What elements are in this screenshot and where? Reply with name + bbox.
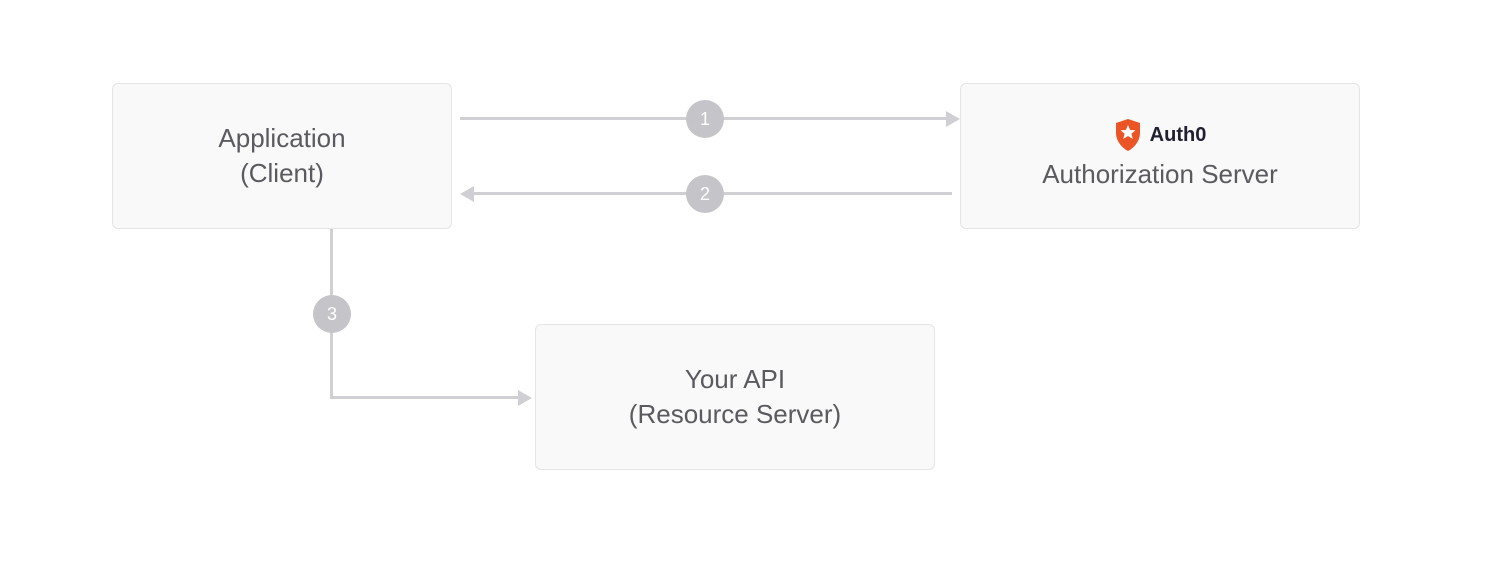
step-1-label: 1: [700, 109, 710, 130]
client-box: Application (Client): [112, 83, 452, 229]
arrow-3-head: [518, 390, 532, 406]
auth0-shield-icon: [1114, 119, 1142, 151]
authorization-server-box: Auth0 Authorization Server: [960, 83, 1360, 229]
api-title: Your API: [685, 362, 785, 397]
api-box: Your API (Resource Server): [535, 324, 935, 470]
client-subtitle: (Client): [240, 156, 324, 191]
step-badge-2: 2: [686, 175, 724, 213]
client-title: Application: [218, 121, 345, 156]
auth0-logo-row: Auth0: [1114, 119, 1207, 151]
api-subtitle: (Resource Server): [629, 397, 841, 432]
authz-title: Authorization Server: [1042, 157, 1278, 192]
arrow-2-head: [460, 186, 474, 202]
step-badge-3: 3: [313, 295, 351, 333]
step-2-label: 2: [700, 184, 710, 205]
arrow-3-line-h: [330, 396, 520, 399]
auth0-logo-text: Auth0: [1150, 124, 1207, 147]
step-badge-1: 1: [686, 100, 724, 138]
step-3-label: 3: [327, 304, 337, 325]
oauth-flow-diagram: Application (Client) Auth0 Authorization…: [0, 0, 1500, 571]
arrow-1-head: [946, 111, 960, 127]
